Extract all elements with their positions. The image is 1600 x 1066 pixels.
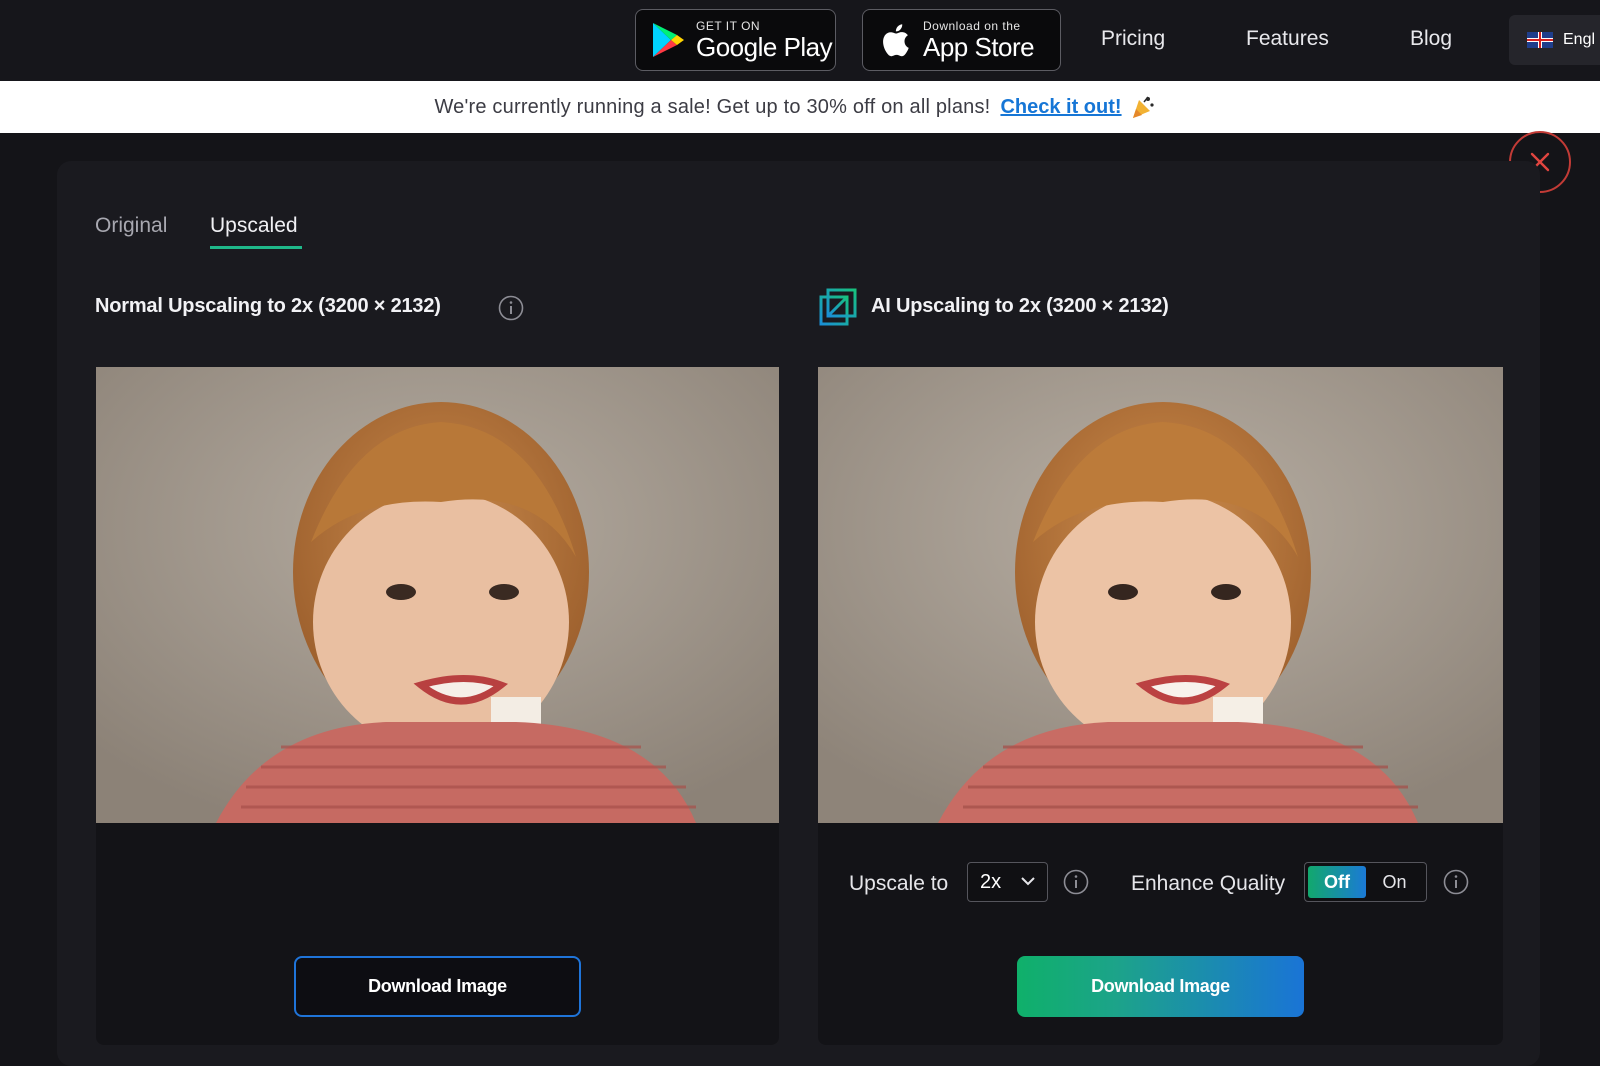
google-play-small-text: GET IT ON <box>696 19 761 33</box>
info-icon[interactable] <box>498 295 524 321</box>
info-icon[interactable] <box>1443 869 1469 895</box>
ai-upscale-icon <box>819 288 857 326</box>
upscale-factor-select[interactable]: 2x <box>967 862 1048 902</box>
party-popper-icon <box>1130 94 1156 120</box>
toggle-off-option[interactable]: Off <box>1308 866 1366 898</box>
enhance-quality-toggle[interactable]: Off On <box>1304 862 1427 902</box>
language-label: Engl <box>1563 31 1596 48</box>
ai-upscaling-title: AI Upscaling to 2x (3200 × 2132) <box>871 295 1169 317</box>
top-navigation: GET IT ON Google Play Download on the Ap… <box>0 0 1600 81</box>
google-play-icon <box>650 20 686 60</box>
sale-cta-link[interactable]: Check it out! <box>1000 96 1121 119</box>
app-store-big-text: App Store <box>923 32 1035 62</box>
tab-upscaled[interactable]: Upscaled <box>210 214 298 238</box>
app-store-button[interactable]: Download on the App Store <box>862 9 1061 71</box>
upscale-to-label: Upscale to <box>849 872 949 895</box>
ai-upscaled-image <box>818 367 1503 823</box>
google-play-big-text: Google Play <box>696 32 833 62</box>
app-store-small-text: Download on the <box>923 19 1021 33</box>
nav-link-pricing[interactable]: Pricing <box>1101 27 1165 51</box>
uk-flag-icon <box>1527 32 1553 48</box>
normal-upscaling-title: Normal Upscaling to 2x (3200 × 2132) <box>95 295 441 317</box>
tab-original[interactable]: Original <box>95 214 167 238</box>
language-selector[interactable]: Engl <box>1509 15 1600 65</box>
toggle-on-option[interactable]: On <box>1366 872 1423 893</box>
chevron-down-icon <box>1021 877 1035 886</box>
enhance-quality-label: Enhance Quality <box>1131 872 1286 895</box>
sale-banner: We're currently running a sale! Get up t… <box>0 81 1600 133</box>
apple-icon <box>877 20 913 60</box>
google-play-button[interactable]: GET IT ON Google Play <box>635 9 836 71</box>
active-tab-indicator <box>210 246 302 249</box>
normal-upscaled-image <box>96 367 779 823</box>
upscale-factor-value: 2x <box>980 870 1002 893</box>
download-normal-image-button[interactable]: Download Image <box>294 956 581 1017</box>
nav-link-blog[interactable]: Blog <box>1410 27 1452 51</box>
nav-link-features[interactable]: Features <box>1246 27 1329 51</box>
sale-message: We're currently running a sale! Get up t… <box>434 95 991 118</box>
info-icon[interactable] <box>1063 869 1089 895</box>
download-ai-image-button[interactable]: Download Image <box>1017 956 1304 1017</box>
